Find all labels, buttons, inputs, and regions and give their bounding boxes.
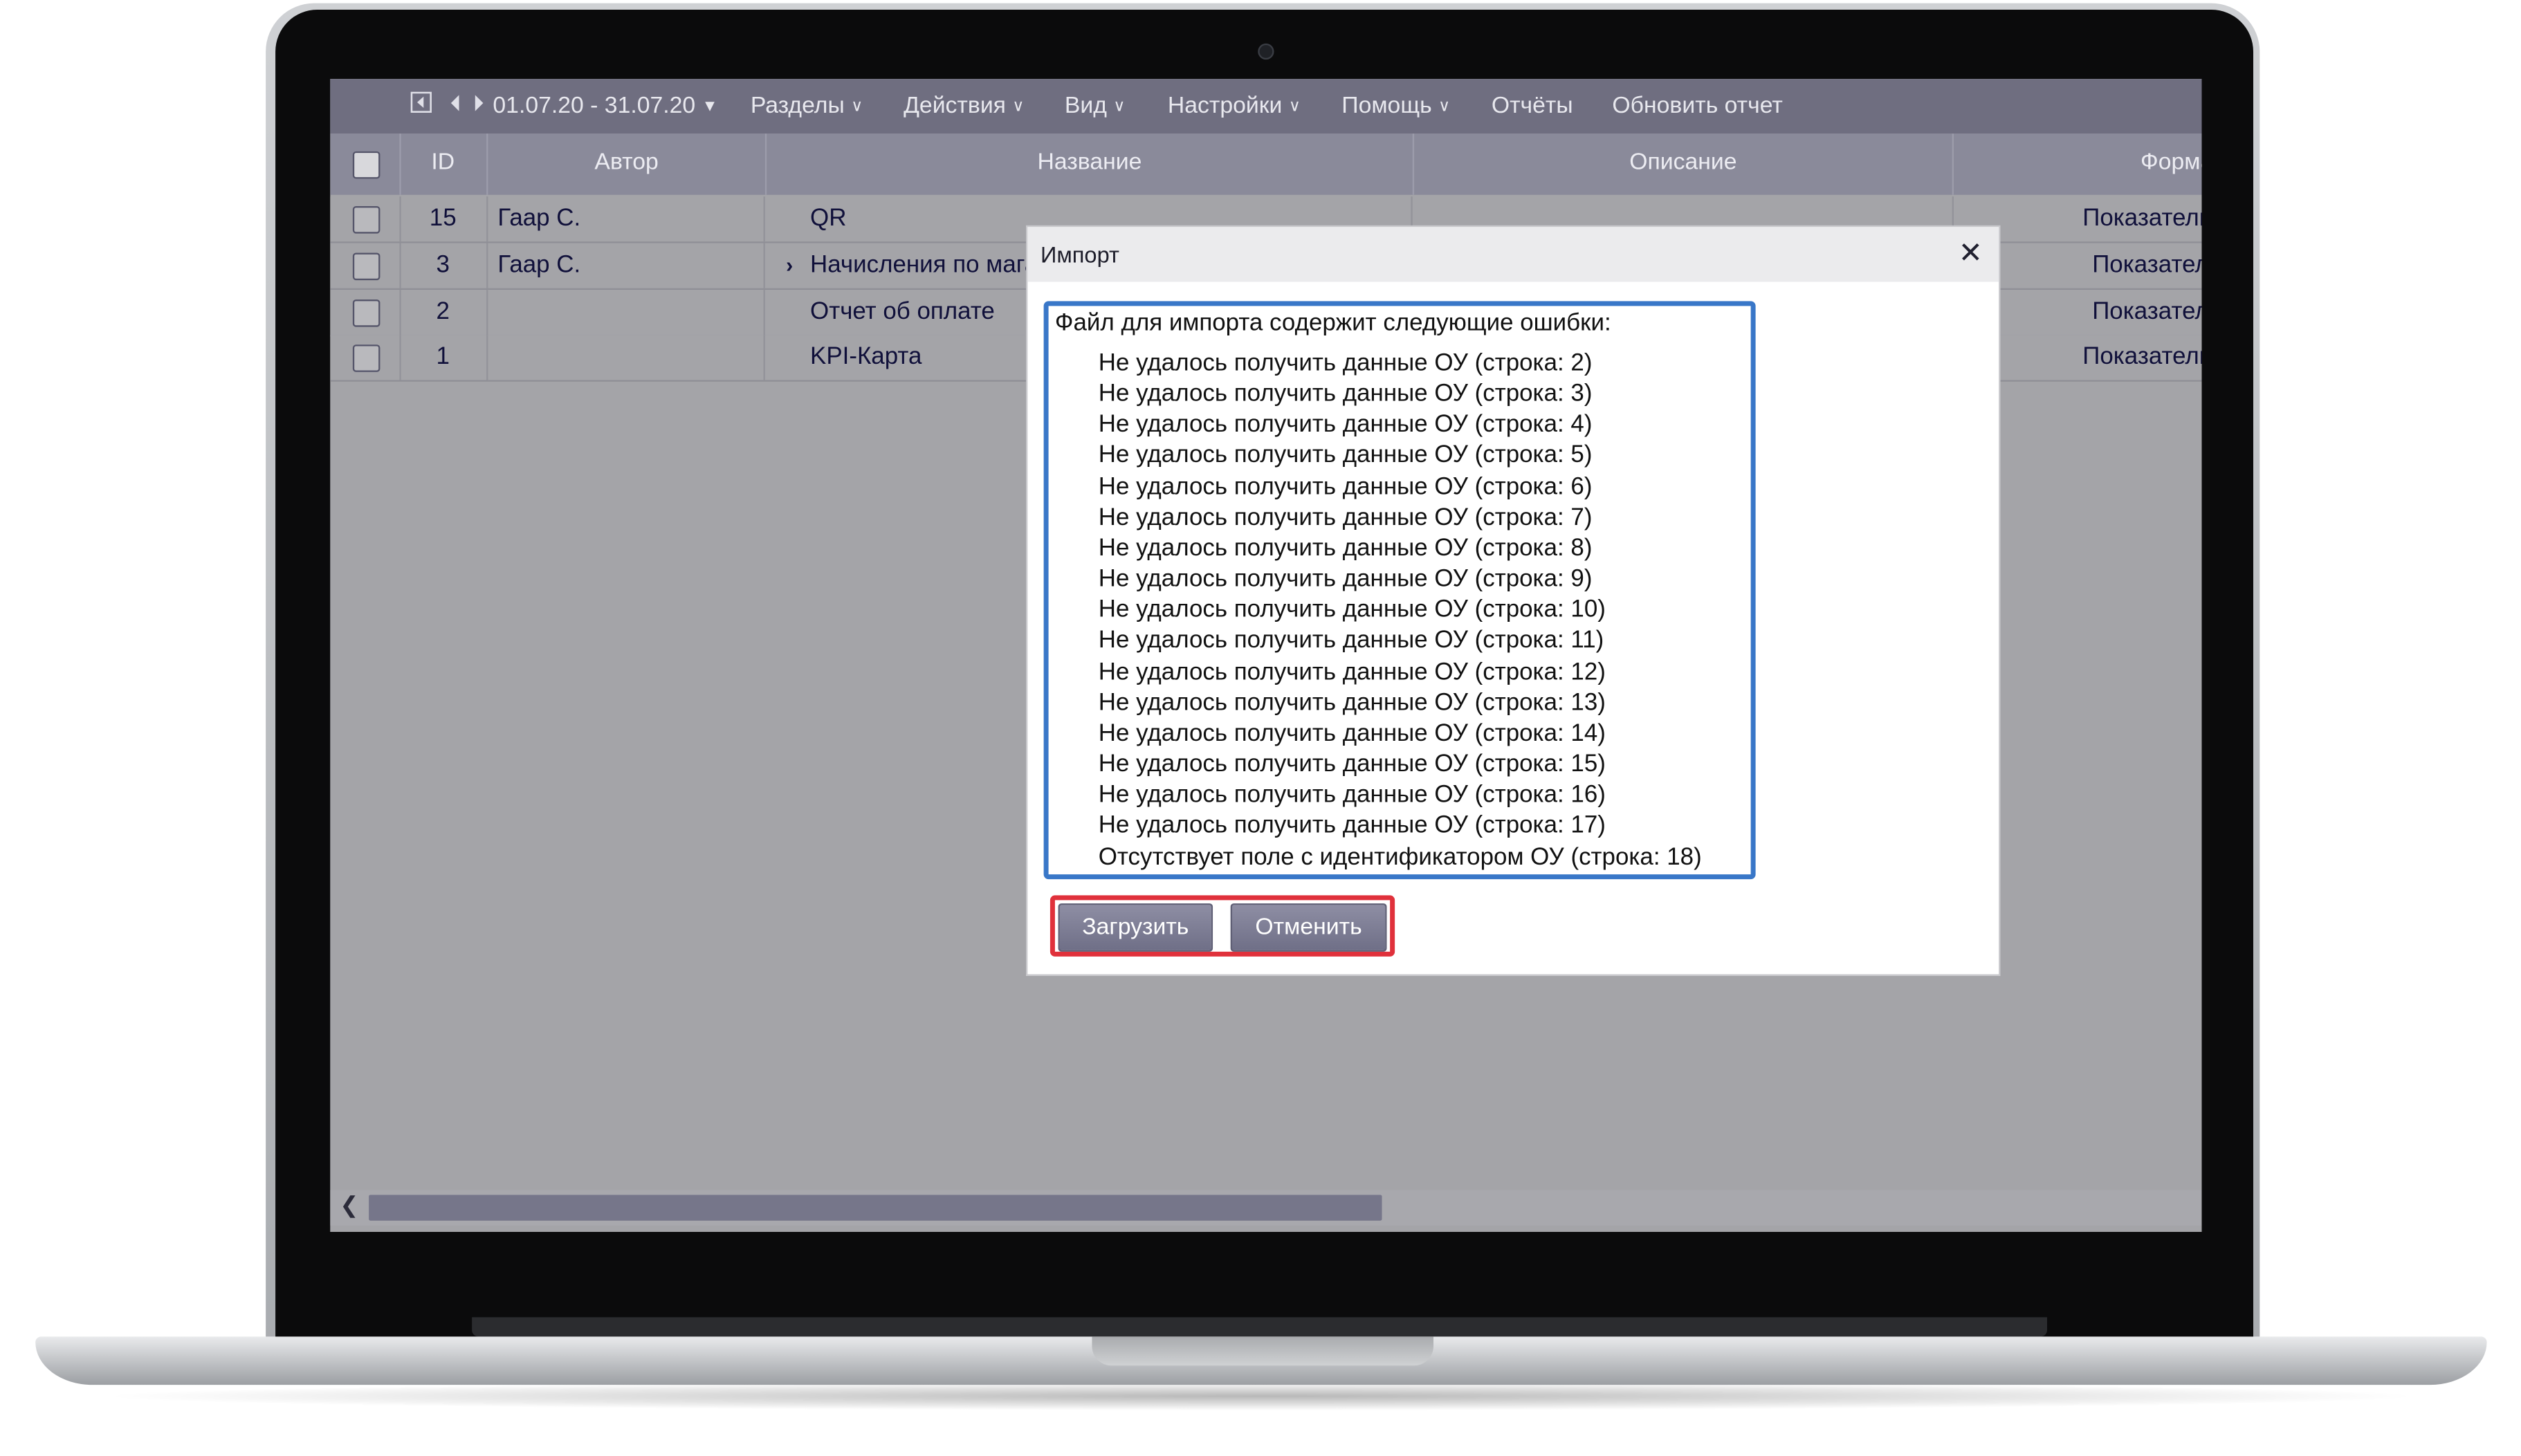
row-author — [488, 290, 765, 335]
menu-view-label: Вид — [1064, 93, 1107, 120]
date-range-selector[interactable]: 01.07.20 - 31.07.20 ▼ — [493, 93, 717, 119]
row-checkbox[interactable] — [352, 205, 381, 234]
menu-sections[interactable]: Разделы ∨ — [751, 93, 863, 119]
error-item: Не удалось получить данные ОУ (строка: 1… — [1098, 750, 1606, 778]
row-id: 1 — [399, 335, 488, 380]
next-arrow-icon[interactable] — [473, 93, 484, 119]
error-header: Файл для импорта содержит следующие ошиб… — [1054, 308, 1611, 337]
row-form: Показатель — [2082, 342, 2202, 371]
camera-icon — [1258, 43, 1274, 60]
row-form: Показатель — [2082, 204, 2202, 232]
refresh-report-button[interactable]: Обновить отчет — [1612, 93, 1782, 119]
menu-settings-label: Настройки — [1167, 93, 1283, 120]
row-form: Показатель — [2092, 297, 2201, 326]
row-checkbox[interactable] — [352, 344, 381, 372]
error-item: Не удалось получить данные ОУ (строка: 1… — [1098, 658, 1606, 685]
row-checkbox[interactable] — [352, 252, 381, 281]
error-list-box: Файл для импорта содержит следующие ошиб… — [1043, 301, 1756, 880]
error-item: Не удалось получить данные ОУ (строка: 7… — [1098, 504, 1593, 531]
row-author: Гаар С. — [488, 196, 765, 242]
date-range-label: 01.07.20 - 31.07.20 — [493, 93, 696, 120]
error-item: Не удалось получить данные ОУ (строка: 1… — [1098, 781, 1606, 809]
chevron-down-icon: ∨ — [1012, 98, 1025, 116]
row-checkbox[interactable] — [352, 300, 381, 327]
error-item: Не удалось получить данные ОУ (строка: 3… — [1098, 380, 1593, 408]
menu-actions[interactable]: Действия ∨ — [904, 93, 1024, 119]
chevron-down-icon: ∨ — [1113, 98, 1126, 116]
scroll-left-icon[interactable]: ❮ — [340, 1192, 358, 1219]
dialog-titlebar: Импорт ✕ — [1027, 227, 1999, 282]
select-all-checkbox[interactable] — [352, 151, 381, 179]
chevron-down-icon: ∨ — [1288, 98, 1301, 116]
error-item: Не удалось получить данные ОУ (строка: 6… — [1098, 472, 1593, 501]
error-item: Не удалось получить данные ОУ (строка: 1… — [1098, 596, 1606, 624]
row-form: Показатель — [2092, 251, 2201, 279]
error-item: Не удалось получить данные ОУ (строка: 1… — [1098, 719, 1606, 747]
toolbar: 01.07.20 - 31.07.20 ▼ Разделы ∨ Действия ∨ … — [330, 79, 2202, 134]
error-item: Не удалось получить данные ОУ (строка: 1… — [1098, 688, 1606, 717]
chevron-down-icon: ∨ — [1438, 98, 1451, 116]
error-list: Не удалось получить данные ОУ (строка: 2… — [1099, 348, 1702, 872]
row-id: 15 — [399, 196, 488, 242]
column-name[interactable]: Название — [767, 133, 1415, 195]
error-item: Отсутствует поле с идентификатором ОУ (с… — [1098, 842, 1702, 871]
first-page-icon[interactable] — [410, 91, 432, 120]
error-item: Не удалось получить данные ОУ (строка: 1… — [1098, 627, 1604, 655]
expand-row-icon[interactable]: › — [786, 243, 793, 288]
menu-settings[interactable]: Настройки ∨ — [1168, 93, 1301, 119]
menu-help[interactable]: Помощь ∨ — [1341, 93, 1450, 119]
menu-help-label: Помощь — [1341, 93, 1432, 120]
scrollbar-thumb[interactable] — [369, 1195, 1382, 1221]
error-item: Не удалось получить данные ОУ (строка: 9… — [1098, 565, 1593, 593]
row-author: Гаар С. — [488, 243, 765, 288]
prev-arrow-icon[interactable] — [450, 93, 461, 119]
close-icon[interactable]: ✕ — [1959, 237, 1983, 270]
buttons-highlight: Загрузить Отменить — [1049, 895, 1395, 957]
menu-sections-label: Разделы — [750, 93, 845, 120]
horizontal-scrollbar[interactable]: ❮ — [330, 1190, 2202, 1226]
dialog-title: Импорт — [1040, 241, 1119, 268]
row-id: 3 — [399, 243, 488, 288]
header-select-all-cell — [330, 133, 401, 195]
table-header: ID Автор Название Описание Форма — [330, 133, 2202, 195]
import-dialog: Импорт ✕ Файл для импорта содержит следу… — [1025, 225, 2001, 976]
error-item: Не удалось получить данные ОУ (строка: 1… — [1098, 812, 1606, 840]
column-description[interactable]: Описание — [1414, 133, 1954, 195]
menu-actions-label: Действия — [904, 93, 1006, 120]
cancel-button[interactable]: Отменить — [1230, 903, 1387, 952]
chevron-down-icon: ∨ — [851, 98, 863, 116]
row-id: 2 — [399, 290, 488, 335]
menu-reports[interactable]: Отчёты — [1492, 93, 1573, 119]
menu-view[interactable]: Вид ∨ — [1065, 93, 1125, 119]
laptop-hinge — [472, 1317, 2048, 1337]
load-button[interactable]: Загрузить — [1058, 903, 1213, 952]
laptop-notch — [1092, 1336, 1434, 1366]
row-author — [488, 335, 765, 380]
column-form[interactable]: Форма — [1954, 133, 2201, 194]
column-form-label: Форма — [2140, 149, 2201, 176]
error-item: Не удалось получить данные ОУ (строка: 5… — [1098, 441, 1593, 470]
column-id[interactable]: ID — [399, 133, 488, 195]
error-item: Не удалось получить данные ОУ (строка: 2… — [1098, 349, 1593, 377]
error-item: Не удалось получить данные ОУ (строка: 4… — [1098, 411, 1593, 439]
column-author[interactable]: Автор — [488, 133, 767, 195]
chevron-down-icon: ▼ — [702, 98, 718, 116]
laptop-shadow — [96, 1381, 2426, 1411]
error-item: Не удалось получить данные ОУ (строка: 8… — [1098, 534, 1593, 562]
